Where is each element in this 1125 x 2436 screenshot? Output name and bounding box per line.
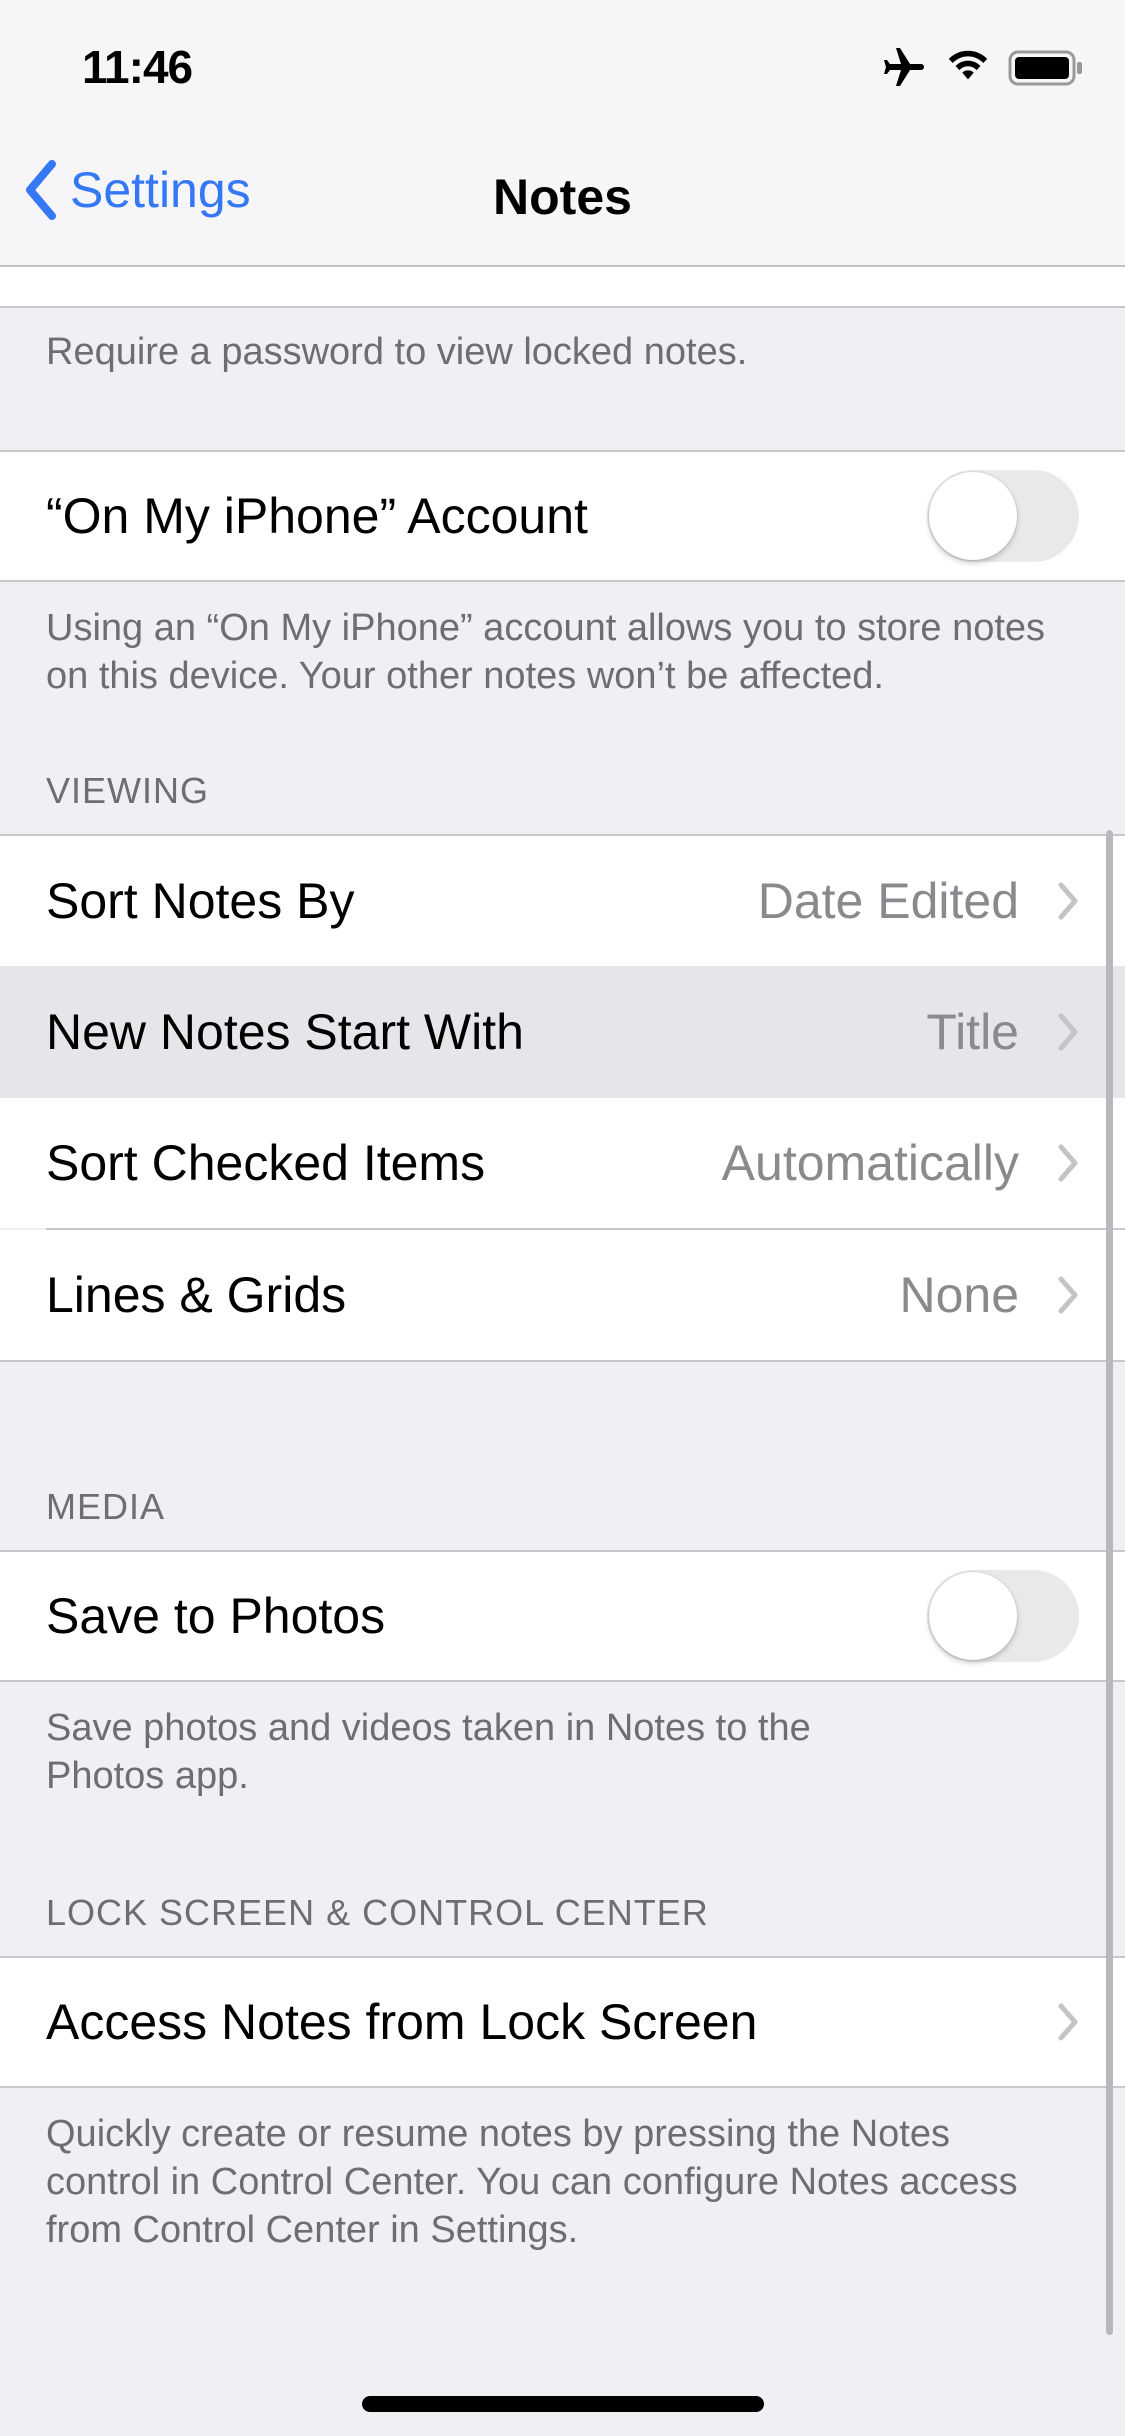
battery-icon	[1008, 50, 1084, 91]
divider	[0, 1680, 1125, 1682]
section-header-lock-screen: LOCK SCREEN & CONTROL CENTER	[46, 1892, 709, 1933]
save-to-photos-toggle[interactable]	[927, 1570, 1079, 1662]
sort-notes-by-row[interactable]: Sort Notes By Date Edited	[0, 836, 1125, 966]
lock-screen-footer: Quickly create or resume notes by pressi…	[46, 2113, 1018, 2251]
access-notes-lock-screen-row[interactable]: Access Notes from Lock Screen	[0, 1958, 1125, 2086]
media-footer: Save photos and videos taken in Notes to…	[46, 1707, 811, 1797]
on-my-iphone-toggle[interactable]	[927, 470, 1079, 562]
chevron-right-icon	[1058, 882, 1078, 920]
divider	[0, 2086, 1125, 2088]
divider	[0, 1360, 1125, 1362]
toggle-knob	[929, 472, 1017, 560]
on-my-iphone-row[interactable]: “On My iPhone” Account	[0, 452, 1125, 580]
chevron-right-icon	[1058, 1276, 1078, 1314]
row-value: Date Edited	[757, 873, 1019, 929]
section-header-viewing: VIEWING	[46, 770, 210, 811]
row-label: Access Notes from Lock Screen	[46, 1994, 758, 2050]
navigation-bar: Settings Notes	[0, 130, 1125, 267]
wifi-icon	[945, 44, 991, 89]
row-value: Automatically	[721, 1135, 1019, 1191]
divider	[0, 306, 1125, 308]
scrollbar[interactable]	[1106, 830, 1113, 2335]
row-value: Title	[926, 1004, 1019, 1060]
save-to-photos-row[interactable]: Save to Photos	[0, 1552, 1125, 1680]
new-notes-start-with-row[interactable]: New Notes Start With Title	[0, 966, 1125, 1098]
password-footer: Require a password to view locked notes.	[46, 331, 748, 373]
on-my-iphone-label: “On My iPhone” Account	[46, 488, 588, 544]
status-bar: 11:46	[0, 0, 1125, 130]
toggle-knob	[929, 1572, 1017, 1660]
page-title: Notes	[493, 169, 632, 225]
row-value: None	[899, 1267, 1019, 1323]
row-label: Save to Photos	[46, 1588, 386, 1644]
section-header-media: MEDIA	[46, 1486, 166, 1527]
divider	[0, 580, 1125, 582]
chevron-right-icon	[1058, 1013, 1078, 1051]
chevron-right-icon	[1058, 1144, 1078, 1182]
lines-and-grids-row[interactable]: Lines & Grids None	[0, 1230, 1125, 1360]
row-label: Sort Notes By	[46, 873, 355, 929]
home-indicator[interactable]	[362, 2396, 764, 2412]
chevron-right-icon	[1058, 2003, 1078, 2041]
airplane-icon	[880, 44, 928, 97]
on-my-iphone-footer: Using an “On My iPhone” account allows y…	[46, 607, 1046, 697]
row-label: Sort Checked Items	[46, 1135, 486, 1191]
status-time: 11:46	[82, 41, 193, 93]
cell-remnant	[0, 267, 1125, 307]
row-label: Lines & Grids	[46, 1267, 347, 1323]
sort-checked-items-row[interactable]: Sort Checked Items Automatically	[0, 1098, 1125, 1228]
row-label: New Notes Start With	[46, 1004, 524, 1060]
